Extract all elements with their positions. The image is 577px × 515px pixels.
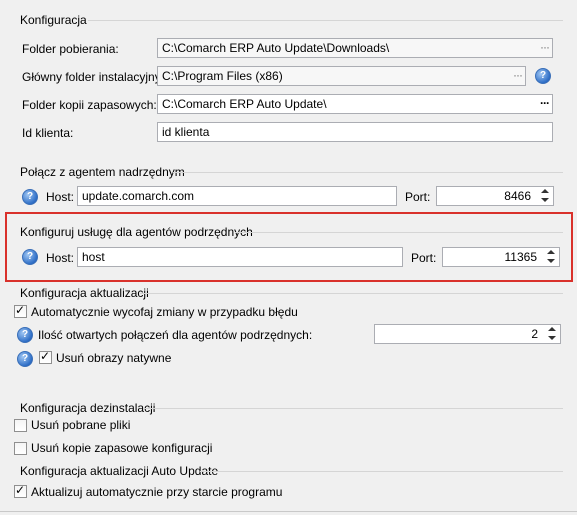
backup-folder-label: Folder kopii zapasowych:	[22, 98, 157, 112]
download-folder-field[interactable]: C:\Comarch ERP Auto Update\Downloads\ ··…	[157, 38, 553, 58]
open-connections-spinner[interactable]: 2	[374, 324, 561, 344]
parent-port-label: Port:	[405, 190, 431, 204]
spin-up-icon[interactable]	[548, 327, 556, 331]
child-agents-group-title: Konfiguruj usługę dla agentów podrzędnyc…	[20, 225, 253, 239]
uninstall-config-group-divider	[143, 408, 563, 409]
client-id-label: Id klienta:	[22, 126, 74, 140]
open-connections-value: 2	[531, 327, 538, 341]
download-folder-label: Folder pobierania:	[22, 42, 119, 56]
child-host-label: Host:	[46, 251, 75, 265]
update-on-start-label: Aktualizuj automatycznie przy starcie pr…	[31, 485, 283, 499]
parent-port-spinner[interactable]: 8466	[436, 186, 554, 206]
child-port-spin-arrows[interactable]	[545, 249, 557, 265]
parent-host-input[interactable]: update.comarch.com	[77, 186, 397, 206]
child-host-input[interactable]: host	[77, 247, 403, 267]
parent-port-value: 8466	[504, 189, 531, 203]
install-folder-help-icon[interactable]: ?	[535, 68, 551, 84]
config-group-divider	[88, 20, 563, 21]
parent-agent-help-icon[interactable]: ?	[22, 189, 38, 205]
update-config-group-title: Konfiguracja aktualizacji	[20, 286, 149, 300]
open-connections-help-icon[interactable]: ?	[17, 327, 33, 343]
spin-up-icon[interactable]	[547, 250, 555, 254]
native-images-help-icon[interactable]: ?	[17, 351, 33, 367]
child-agents-help-icon[interactable]: ?	[22, 249, 38, 265]
download-folder-value: C:\Comarch ERP Auto Update\Downloads\	[162, 41, 390, 55]
parent-agent-group-divider	[173, 172, 563, 173]
install-folder-label: Główny folder instalacyjny:	[22, 70, 165, 84]
spin-down-icon[interactable]	[547, 259, 555, 263]
parent-port-spin-arrows[interactable]	[539, 188, 551, 204]
parent-host-label: Host:	[46, 190, 75, 204]
remove-native-images-label: Usuń obrazy natywne	[56, 351, 172, 365]
uninstall-config-group-title: Konfiguracja dezinstalacji	[20, 401, 156, 415]
config-group-title: Konfiguracja	[20, 13, 87, 27]
backup-folder-field[interactable]: C:\Comarch ERP Auto Update\ ···	[157, 94, 553, 114]
remove-downloaded-label: Usuń pobrane pliki	[31, 418, 131, 432]
backup-folder-value: C:\Comarch ERP Auto Update\	[162, 97, 327, 111]
spin-down-icon[interactable]	[548, 336, 556, 340]
child-port-value: 11365	[504, 250, 537, 264]
open-connections-label: Ilość otwartych połączeń dla agentów pod…	[38, 328, 313, 342]
remove-backups-label: Usuń kopie zapasowe konfiguracji	[31, 441, 213, 455]
spin-down-icon[interactable]	[541, 198, 549, 202]
autoupdate-config-group-title: Konfiguracja aktualizacji Auto Update	[20, 464, 219, 478]
client-id-input[interactable]: id klienta	[157, 122, 553, 142]
install-folder-value: C:\Program Files (x86)	[162, 69, 283, 83]
child-port-label: Port:	[411, 251, 437, 265]
download-folder-browse-button[interactable]: ···	[540, 39, 550, 57]
autoupdate-config-group-divider	[200, 471, 563, 472]
install-folder-browse-button[interactable]: ···	[513, 67, 523, 85]
update-config-group-divider	[140, 293, 563, 294]
remove-downloaded-checkbox[interactable]	[14, 419, 27, 432]
remove-backups-checkbox[interactable]	[14, 442, 27, 455]
child-agents-group-divider	[235, 232, 563, 233]
auto-rollback-checkbox[interactable]	[14, 303, 27, 318]
install-folder-field[interactable]: C:\Program Files (x86) ···	[157, 66, 526, 86]
open-connections-spin-arrows[interactable]	[546, 326, 558, 342]
remove-native-images-checkbox[interactable]	[39, 349, 52, 364]
bottom-divider	[0, 511, 577, 512]
parent-agent-group-title: Połącz z agentem nadrzędnym	[20, 165, 185, 179]
update-on-start-checkbox[interactable]	[14, 483, 27, 498]
spin-up-icon[interactable]	[541, 189, 549, 193]
backup-folder-browse-button[interactable]: ···	[540, 95, 550, 113]
auto-rollback-label: Automatycznie wycofaj zmiany w przypadku…	[31, 305, 298, 319]
child-port-spinner[interactable]: 11365	[442, 247, 560, 267]
